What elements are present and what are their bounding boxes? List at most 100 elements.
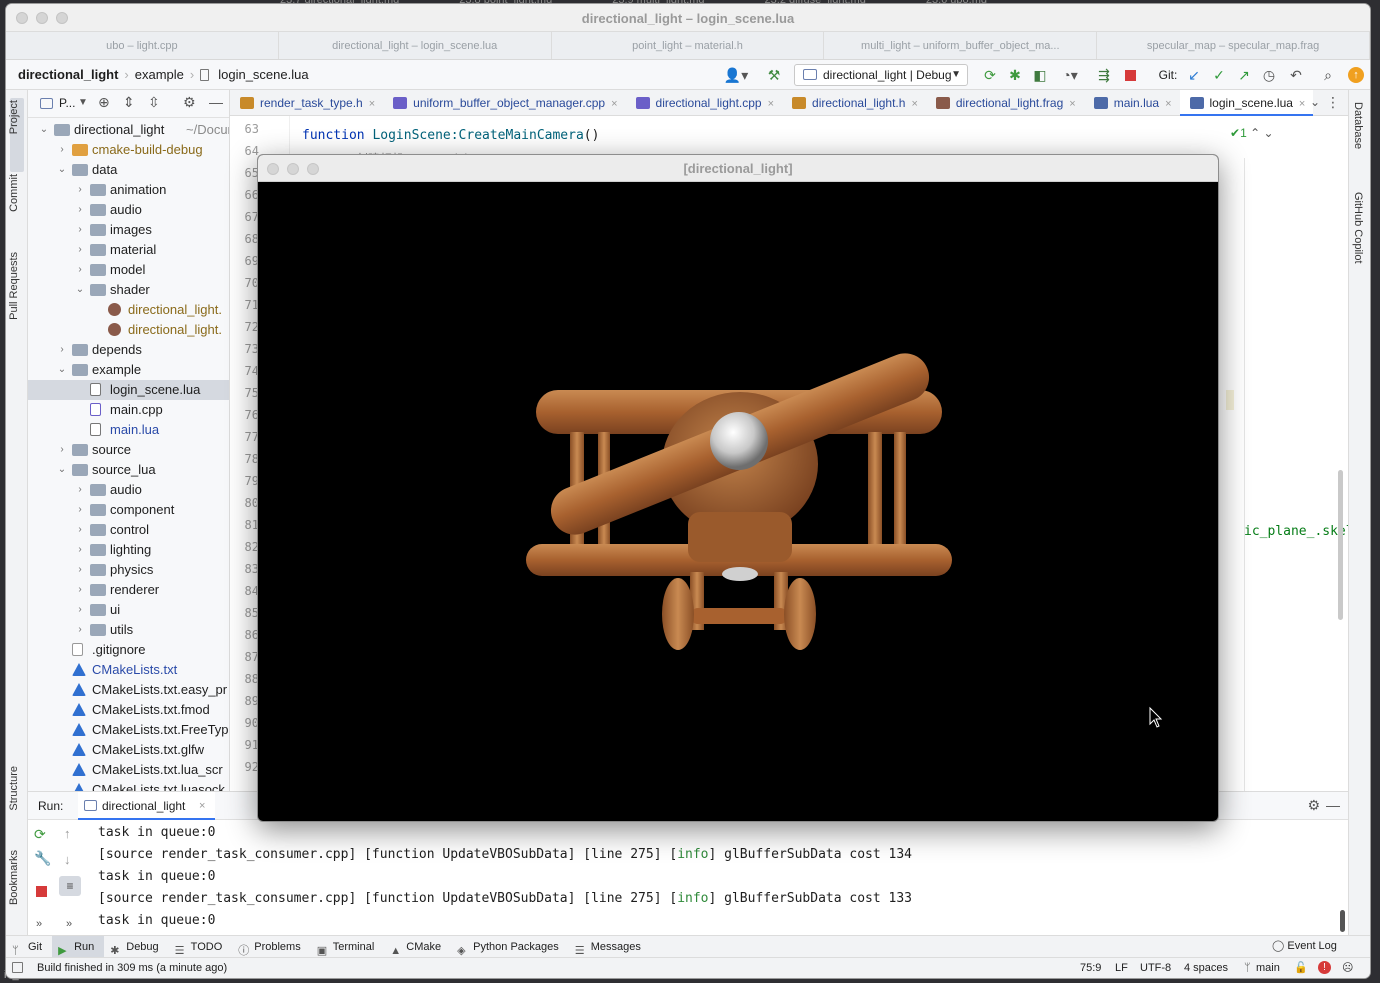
- lock-icon[interactable]: 🔓: [1294, 958, 1308, 978]
- tree-folder-item[interactable]: › utils: [28, 620, 229, 640]
- chevron-right-icon[interactable]: ›: [74, 480, 86, 500]
- scroll-down-icon[interactable]: ↓: [64, 852, 71, 867]
- editor-tab[interactable]: render_task_type.h ×: [230, 90, 383, 116]
- chevron-down-icon[interactable]: ⌄: [56, 460, 68, 480]
- more-icon[interactable]: »: [36, 918, 42, 930]
- console-scrollbar[interactable]: [1340, 910, 1345, 932]
- tree-folder-item[interactable]: › audio: [28, 200, 229, 220]
- tree-folder-item[interactable]: › lighting: [28, 540, 229, 560]
- tool-button-todo[interactable]: ☰ TODO: [169, 936, 233, 958]
- close-icon[interactable]: ×: [369, 98, 375, 110]
- commit-tool-button[interactable]: Commit: [8, 174, 20, 212]
- project-window-tab[interactable]: multi_light – uniform_buffer_object_ma..…: [824, 32, 1098, 59]
- chevron-right-icon[interactable]: ›: [74, 200, 86, 220]
- code-line-63[interactable]: function LoginScene:CreateMainCamera(): [302, 128, 599, 143]
- pull-requests-tool-button[interactable]: Pull Requests: [8, 252, 20, 320]
- soft-wrap-icon[interactable]: ≡: [59, 876, 81, 896]
- tool-button-python-packages[interactable]: ◈ Python Packages: [451, 936, 569, 958]
- caret-position[interactable]: 75:9: [1080, 958, 1101, 978]
- project-window-tab[interactable]: ubo – light.cpp: [6, 32, 279, 59]
- wrench-icon[interactable]: 🔧: [34, 850, 54, 867]
- search-icon[interactable]: ⌕: [1318, 65, 1338, 85]
- tree-folder-item[interactable]: › ui: [28, 600, 229, 620]
- editor-scrollbar[interactable]: [1338, 470, 1343, 620]
- run-tab[interactable]: directional_light ×: [78, 792, 216, 820]
- scroll-up-icon[interactable]: ↑: [64, 826, 71, 841]
- tree-file-item[interactable]: CMakeLists.txt.easy_pr: [28, 680, 229, 700]
- chevron-down-icon[interactable]: ▼: [78, 97, 88, 108]
- tree-file-item[interactable]: main.cpp: [28, 400, 229, 420]
- chevron-right-icon[interactable]: ›: [74, 180, 86, 200]
- tree-file-item[interactable]: directional_light.: [28, 300, 229, 320]
- git-push-icon[interactable]: ↗: [1234, 65, 1254, 85]
- hide-icon[interactable]: —: [209, 94, 223, 110]
- tree-folder-item[interactable]: › audio: [28, 480, 229, 500]
- chevron-right-icon[interactable]: ›: [56, 440, 68, 460]
- tree-file-item[interactable]: main.lua: [28, 420, 229, 440]
- chevron-right-icon[interactable]: ›: [74, 600, 86, 620]
- ide-update-icon[interactable]: ↑: [1346, 65, 1366, 85]
- tool-button-messages[interactable]: ☰ Messages: [569, 936, 651, 958]
- editor-tab[interactable]: uniform_buffer_object_manager.cpp ×: [383, 90, 625, 116]
- project-window-tab[interactable]: directional_light – login_scene.lua: [279, 32, 552, 59]
- chevron-right-icon[interactable]: ›: [74, 260, 86, 280]
- more-icon[interactable]: »: [66, 918, 72, 930]
- structure-tool-button[interactable]: Structure: [8, 766, 20, 811]
- project-window-tab[interactable]: specular_map – specular_map.frag: [1097, 32, 1370, 59]
- hide-icon[interactable]: —: [1326, 797, 1340, 813]
- line-separator[interactable]: LF: [1115, 958, 1128, 978]
- chevron-down-icon[interactable]: ⌄: [56, 160, 68, 180]
- editor-tab[interactable]: directional_light.frag ×: [926, 90, 1084, 116]
- gear-icon[interactable]: ⚙: [183, 94, 196, 111]
- tree-file-item[interactable]: CMakeLists.txt.fmod: [28, 700, 229, 720]
- tree-folder-item[interactable]: ⌄ example: [28, 360, 229, 380]
- tree-file-item[interactable]: directional_light.: [28, 320, 229, 340]
- tool-button-terminal[interactable]: ▣ Terminal: [311, 936, 385, 958]
- tree-folder-item[interactable]: › animation: [28, 180, 229, 200]
- breadcrumb-folder[interactable]: example: [135, 67, 184, 82]
- tree-folder-item[interactable]: ⌄ directional_light ~/Docur: [28, 120, 229, 140]
- stop-icon[interactable]: [36, 886, 47, 897]
- tree-folder-item[interactable]: › model: [28, 260, 229, 280]
- git-update-icon[interactable]: ↙: [1184, 65, 1204, 85]
- tool-button-problems[interactable]: ⓘ Problems: [232, 936, 310, 958]
- status-message[interactable]: Build finished in 309 ms (a minute ago): [37, 958, 227, 978]
- chevron-right-icon[interactable]: ›: [74, 560, 86, 580]
- tree-folder-item[interactable]: › control: [28, 520, 229, 540]
- run-with-coverage-icon[interactable]: ◧: [1030, 65, 1050, 85]
- chevron-down-icon[interactable]: ⌄: [56, 360, 68, 380]
- rerun-icon[interactable]: ⟳: [34, 826, 54, 843]
- chevron-down-icon[interactable]: ⌄: [74, 280, 86, 300]
- more-options-icon[interactable]: ⋮: [1326, 94, 1340, 111]
- git-history-icon[interactable]: ◷: [1259, 65, 1279, 85]
- bookmarks-tool-button[interactable]: Bookmarks: [8, 850, 20, 905]
- project-view-select[interactable]: P...: [59, 96, 75, 110]
- tree-folder-item[interactable]: ⌄ shader: [28, 280, 229, 300]
- tree-folder-item[interactable]: › cmake-build-debug: [28, 140, 229, 160]
- chevron-right-icon[interactable]: ›: [56, 140, 68, 160]
- tree-folder-item[interactable]: ⌄ data: [28, 160, 229, 180]
- tree-file-item[interactable]: login_scene.lua: [28, 380, 229, 400]
- copilot-status-icon[interactable]: ☹: [1342, 958, 1353, 978]
- chevron-down-icon[interactable]: ⌄: [38, 120, 50, 140]
- tool-button-cmake[interactable]: ▲ CMake: [384, 936, 451, 958]
- file-encoding[interactable]: UTF-8: [1140, 958, 1171, 978]
- tool-button-git[interactable]: ᛘ Git: [6, 936, 52, 958]
- git-commit-icon[interactable]: ✓: [1209, 65, 1229, 85]
- tree-folder-item[interactable]: › physics: [28, 560, 229, 580]
- rerun-icon[interactable]: ⟳: [980, 65, 1000, 85]
- tree-file-item[interactable]: CMakeLists.txt.glfw: [28, 740, 229, 760]
- project-window-tab[interactable]: point_light – material.h: [552, 32, 825, 59]
- run-configuration-select[interactable]: directional_light | Debug ▼: [794, 64, 968, 86]
- tree-folder-item[interactable]: › renderer: [28, 580, 229, 600]
- editor-tab[interactable]: directional_light.h ×: [782, 90, 926, 116]
- chevron-right-icon[interactable]: ›: [74, 580, 86, 600]
- user-icon[interactable]: 👤▾: [722, 65, 750, 85]
- chevron-right-icon[interactable]: ›: [74, 240, 86, 260]
- collapse-all-icon[interactable]: ⇳: [148, 94, 160, 111]
- copilot-tool-button[interactable]: GitHub Copilot: [1352, 192, 1364, 264]
- tree-folder-item[interactable]: › source: [28, 440, 229, 460]
- opengl-window[interactable]: [directional_light]: [257, 154, 1219, 822]
- tool-button-run[interactable]: ▶ Run: [52, 935, 105, 958]
- chevron-right-icon[interactable]: ›: [74, 520, 86, 540]
